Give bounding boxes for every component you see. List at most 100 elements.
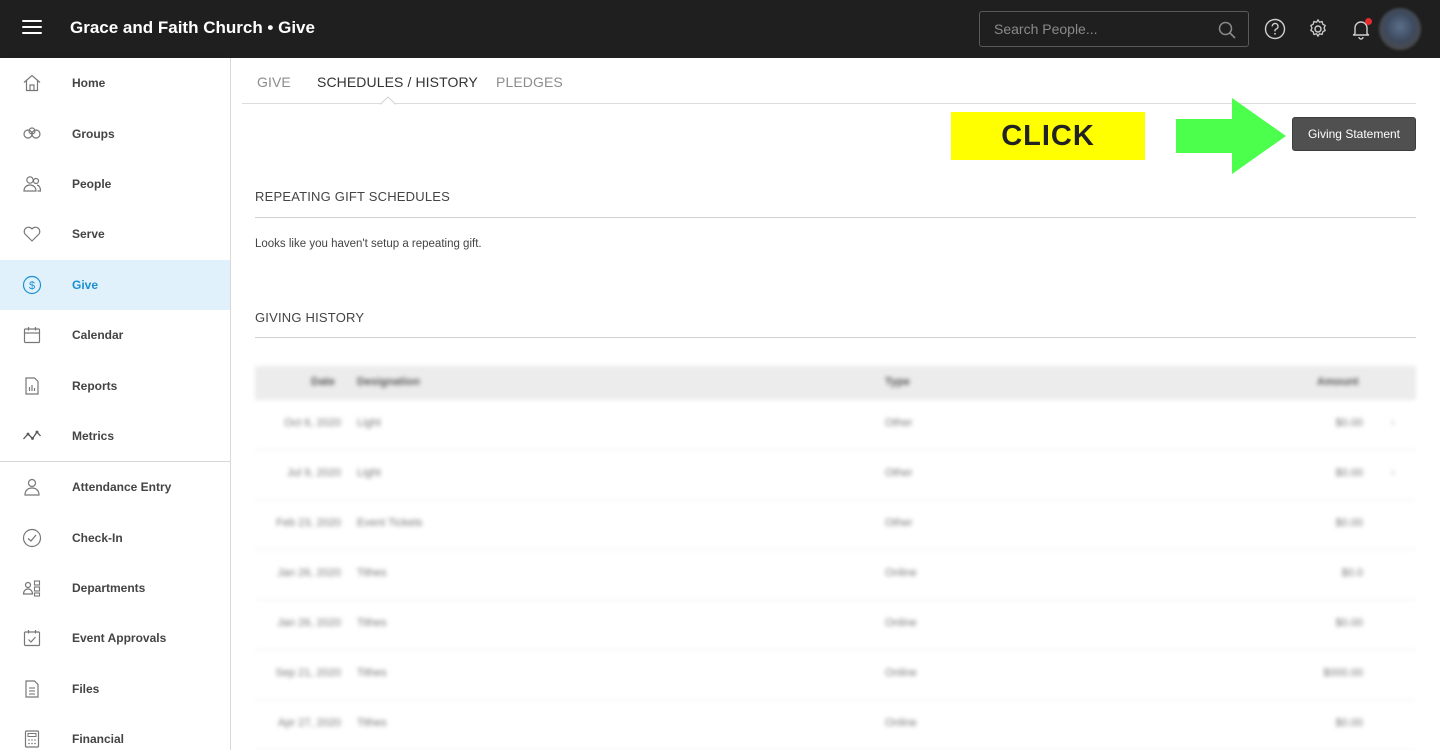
cell-designation: Light	[357, 467, 381, 479]
cell-designation: Tithes	[357, 667, 387, 679]
section-divider	[255, 217, 1416, 218]
cell-date: Apr 27, 2020	[278, 717, 341, 729]
cell-designation: Tithes	[357, 617, 387, 629]
sidebar-item-label: Event Approvals	[72, 631, 167, 646]
user-avatar[interactable]	[1379, 8, 1421, 50]
report-icon	[25, 376, 39, 395]
calculator-icon	[24, 730, 40, 748]
sidebar-item-people[interactable]: People	[0, 159, 230, 209]
cell-date: Jan 26, 2020	[277, 617, 341, 629]
table-row[interactable]: Jan 26, 2020 Tithes Online $0.00	[255, 600, 1416, 650]
cell-type: Online	[885, 717, 917, 729]
sidebar-item-label: Serve	[72, 227, 105, 242]
sidebar-item-groups[interactable]: Groups	[0, 108, 230, 158]
cell-designation: Light	[357, 417, 381, 429]
sidebar-item-files[interactable]: Files	[0, 664, 230, 714]
repeating-gifts-title: REPEATING GIFT SCHEDULES	[255, 189, 451, 204]
top-bar: Grace and Faith Church • Give	[0, 0, 1440, 58]
table-row[interactable]: Apr 27, 2020 Tithes Online $0.00	[255, 700, 1416, 750]
giving-statement-button[interactable]: Giving Statement	[1292, 117, 1416, 151]
giving-history-table: Date Designation Type Amount Oct 6, 2020…	[255, 366, 1416, 750]
sidebar-item-label: Groups	[72, 126, 115, 141]
notifications-bell-icon[interactable]	[1350, 18, 1372, 40]
sidebar-item-metrics[interactable]: Metrics	[0, 411, 230, 461]
attendance-icon	[24, 479, 40, 496]
notification-dot	[1365, 18, 1372, 25]
cell-amount: $0.00	[1335, 617, 1363, 629]
metrics-icon	[23, 430, 41, 440]
gear-icon[interactable]	[1307, 18, 1329, 40]
cell-type: Other	[885, 417, 913, 429]
empty-state-message: Looks like you haven't setup a repeating…	[255, 238, 482, 250]
cell-date: Sep 21, 2020	[275, 667, 341, 679]
cell-amount: $0.00	[1335, 517, 1363, 529]
tab-give[interactable]: GIVE	[257, 74, 291, 90]
column-header-type[interactable]: Type	[885, 376, 910, 388]
tab-pledges[interactable]: PLEDGES	[496, 74, 563, 90]
tab-schedules-history[interactable]: SCHEDULES / HISTORY	[317, 74, 478, 90]
table-row[interactable]: Sep 21, 2020 Tithes Online $000.00	[255, 650, 1416, 700]
search-input[interactable]	[980, 12, 1248, 46]
table-row[interactable]: Jul 9, 2020 Light Other $0.00 ›	[255, 450, 1416, 500]
sidebar: Home Groups People Serve $ Give Calendar…	[0, 58, 231, 750]
sidebar-item-check-in[interactable]: Check-In	[0, 513, 230, 563]
check-circle-icon	[22, 528, 42, 547]
sidebar-item-label: Attendance Entry	[72, 480, 172, 495]
column-header-amount[interactable]: Amount	[1317, 376, 1359, 388]
file-icon	[25, 680, 39, 698]
sidebar-item-give[interactable]: $ Give	[0, 259, 230, 310]
sidebar-item-label: Departments	[72, 581, 146, 596]
groups-icon	[23, 126, 41, 139]
arrow-right-icon	[1176, 98, 1286, 174]
column-header-date[interactable]: Date	[311, 376, 335, 388]
giving-history-title: GIVING HISTORY	[255, 310, 365, 325]
cell-date: Jan 26, 2020	[277, 567, 341, 579]
table-row[interactable]: Jan 26, 2020 Tithes Online $0.0	[255, 550, 1416, 600]
dollar-icon: $	[22, 275, 42, 294]
sidebar-item-event-approvals[interactable]: Event Approvals	[0, 613, 230, 663]
cell-amount: $0.00	[1335, 417, 1363, 429]
sidebar-item-financial[interactable]: Financial	[0, 714, 230, 750]
sidebar-item-attendance-entry[interactable]: Attendance Entry	[0, 462, 230, 512]
sidebar-item-calendar[interactable]: Calendar	[0, 310, 230, 360]
sidebar-item-home[interactable]: Home	[0, 58, 230, 108]
column-header-designation[interactable]: Designation	[357, 376, 420, 388]
cell-date: Oct 6, 2020	[284, 417, 341, 429]
cell-type: Other	[885, 467, 913, 479]
people-icon	[23, 176, 42, 192]
sidebar-item-label: Home	[72, 76, 106, 91]
click-annotation: CLICK	[951, 112, 1145, 160]
menu-icon[interactable]	[22, 20, 42, 38]
departments-icon	[22, 580, 41, 597]
table-row[interactable]: Feb 23, 2020 Event Tickets Other $0.00	[255, 500, 1416, 550]
chevron-right-icon[interactable]: ›	[1391, 417, 1395, 429]
sidebar-item-label: Give	[72, 277, 99, 292]
cell-type: Online	[885, 667, 917, 679]
cell-designation: Tithes	[357, 567, 387, 579]
search-box[interactable]	[979, 11, 1249, 47]
cell-type: Online	[885, 617, 917, 629]
sidebar-item-serve[interactable]: Serve	[0, 209, 230, 259]
sidebar-item-reports[interactable]: Reports	[0, 360, 230, 410]
home-icon	[23, 74, 41, 92]
cell-type: Online	[885, 567, 917, 579]
main-content: GIVE SCHEDULES / HISTORY PLEDGES CLICK G…	[231, 58, 1440, 750]
section-divider	[255, 337, 1416, 338]
chevron-right-icon[interactable]: ›	[1391, 467, 1395, 479]
cell-designation: Event Tickets	[357, 517, 423, 529]
search-icon[interactable]	[1218, 21, 1236, 39]
cell-designation: Tithes	[357, 717, 387, 729]
table-header: Date Designation Type Amount	[255, 366, 1416, 400]
active-tab-caret	[380, 96, 396, 105]
sidebar-item-label: People	[72, 176, 112, 191]
table-row[interactable]: Oct 6, 2020 Light Other $0.00 ›	[255, 400, 1416, 450]
calendar-icon	[23, 327, 41, 344]
sidebar-item-label: Calendar	[72, 328, 124, 343]
cell-amount: $000.00	[1323, 667, 1363, 679]
cell-type: Other	[885, 517, 913, 529]
help-icon[interactable]	[1264, 18, 1286, 40]
app-title: Grace and Faith Church • Give	[70, 18, 315, 37]
cell-amount: $0.0	[1341, 567, 1363, 579]
sidebar-item-departments[interactable]: Departments	[0, 563, 230, 613]
sidebar-item-label: Files	[72, 681, 100, 696]
